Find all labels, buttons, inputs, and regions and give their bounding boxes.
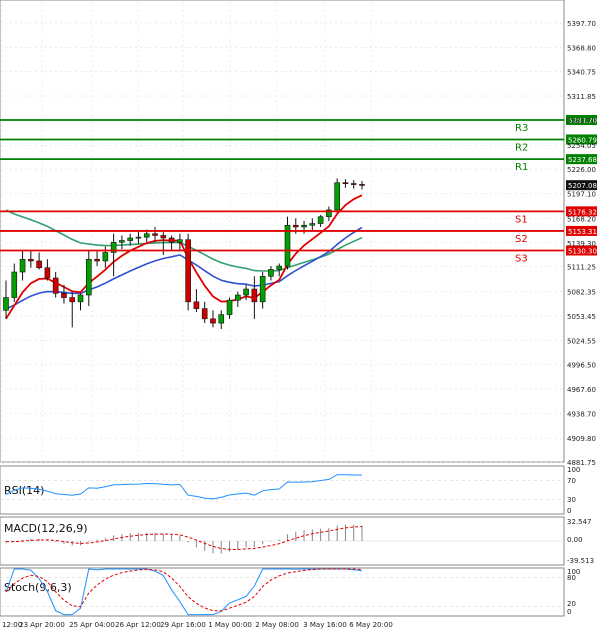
price-tick-label: 5311.85 <box>567 93 596 101</box>
chart-background <box>0 0 600 631</box>
candle-body <box>317 216 324 224</box>
price-tick-label: 5368.80 <box>567 45 596 53</box>
price-tick-label: 5254.05 <box>567 142 596 150</box>
macd-tick-top: 32.547 <box>567 518 592 526</box>
price-tick-label: 4938.70 <box>567 411 596 419</box>
candle-body <box>276 265 283 270</box>
candle-body <box>268 269 274 277</box>
last-price-label: 5207.08 <box>568 182 597 190</box>
candle-body <box>226 299 233 315</box>
candle-body <box>3 297 9 311</box>
candle-body <box>152 233 158 236</box>
candle-body <box>350 183 357 185</box>
price-tick-label: 4967.60 <box>567 386 596 394</box>
level-price-label: 5130.30 <box>568 248 597 256</box>
candle-body <box>143 233 150 238</box>
stoch-tick-20: 20 <box>567 600 576 608</box>
macd-label: MACD(12,26,9) <box>4 522 88 535</box>
stoch-tick-0: 0 <box>567 608 571 616</box>
price-tick-label: 5139.30 <box>567 240 596 248</box>
time-tick-label: 1 May 00:00 <box>208 621 252 629</box>
price-tick-label: 4909.80 <box>567 435 596 443</box>
trading-chart: R35283.70R25260.79R15237.68S15176.32S251… <box>0 0 600 631</box>
price-tick-label: 5168.20 <box>567 215 596 223</box>
stoch-tick-80: 80 <box>567 574 576 582</box>
candle-body <box>85 258 92 296</box>
candle-body <box>259 275 266 303</box>
candle-body <box>185 239 191 303</box>
candle-body <box>28 258 34 262</box>
macd-tick-bottom: -39.513 <box>567 557 594 565</box>
candle-body <box>77 294 84 303</box>
rsi-tick-0: 0 <box>567 507 571 515</box>
level-name-s3: S3 <box>515 254 528 265</box>
level-name-r1: R1 <box>515 162 528 173</box>
price-tick-label: 5397.70 <box>567 20 596 28</box>
rsi-tick-100: 100 <box>567 466 580 474</box>
price-tick-label: 5082.35 <box>567 288 596 296</box>
time-tick-label: 29 Apr 16:00 <box>160 621 206 629</box>
level-name-s2: S2 <box>515 234 528 245</box>
level-name-r2: R2 <box>515 142 528 153</box>
candle-body <box>342 182 349 184</box>
price-tick-label: 5024.55 <box>567 337 596 345</box>
price-tick-label: 5340.75 <box>567 68 596 76</box>
candle-body <box>243 288 249 296</box>
candle-body <box>11 271 18 298</box>
candle-body <box>193 301 200 309</box>
candle-body <box>301 224 307 228</box>
last-price-tag: 5207.08 <box>566 180 597 191</box>
time-tick-label: 3 May 16:00 <box>303 621 347 629</box>
macd-tick-zero: 0.00 <box>567 536 583 544</box>
candle-body <box>44 267 51 279</box>
candle-body <box>119 240 125 243</box>
price-tick-label: 5197.10 <box>567 191 596 199</box>
candle-body <box>309 223 316 226</box>
candle-body <box>36 260 42 269</box>
candle-body <box>201 308 208 320</box>
candle-body <box>19 258 26 273</box>
candle-body <box>251 288 258 303</box>
level-price-label: 5153.31 <box>568 228 597 236</box>
level-price-label: 5237.68 <box>568 156 597 164</box>
candle-body <box>52 277 59 294</box>
candle-body <box>235 294 241 301</box>
candle-body <box>102 252 109 262</box>
price-tick-label: 5053.45 <box>567 313 596 321</box>
candle-body <box>160 235 167 239</box>
level-name-s1: S1 <box>515 214 528 225</box>
candle-body <box>61 293 67 298</box>
candle-body <box>359 184 365 186</box>
price-tick-label: 5283.70 <box>567 117 596 125</box>
candle-body <box>210 318 216 324</box>
rsi-label: RSI(14) <box>4 484 44 497</box>
candle-body <box>218 314 225 324</box>
candle-body <box>292 224 299 228</box>
time-axis: 12:0023 Apr 20:00 25 Apr 04:00 26 Apr 12:0… <box>2 621 393 629</box>
candle-body <box>127 237 133 241</box>
price-tick-label: 5111.25 <box>567 264 596 272</box>
stoch-label: Stoch(9,6,3) <box>4 581 72 594</box>
time-tick-label: 6 May 20:00 <box>349 621 393 629</box>
rsi-tick-30: 30 <box>567 496 576 504</box>
time-tick-label: 23 Apr 20:00 <box>19 621 65 629</box>
candle-body <box>334 182 340 211</box>
candle-body <box>135 236 142 239</box>
price-tick-label: 4996.50 <box>567 361 596 369</box>
candle-body <box>177 239 183 243</box>
candle-body <box>69 297 76 303</box>
rsi-tick-70: 70 <box>567 477 576 485</box>
level-name-r3: R3 <box>515 123 528 134</box>
candle-body <box>168 237 175 243</box>
candle-body <box>94 258 100 262</box>
time-tick-label: 25 Apr 04:00 <box>69 621 115 629</box>
price-tick-label: 5226.00 <box>567 166 596 174</box>
time-tick-label: 26 Apr 12:00 <box>115 621 161 629</box>
time-tick-label: 2 May 08:00 <box>255 621 299 629</box>
